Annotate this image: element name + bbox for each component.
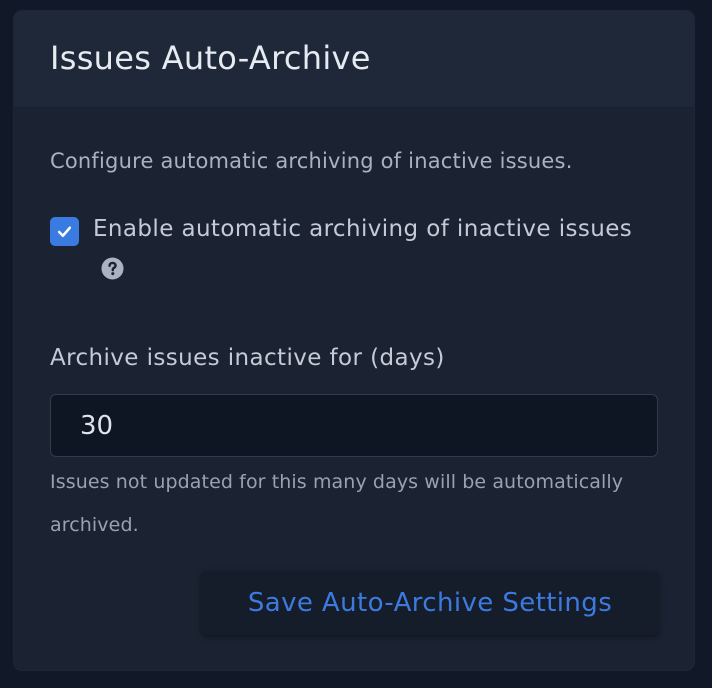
auto-archive-card: Issues Auto-Archive Configure automatic … bbox=[14, 11, 694, 670]
card-title: Issues Auto-Archive bbox=[50, 39, 371, 77]
checkbox-label-text: Enable automatic archiving of inactive i… bbox=[93, 216, 633, 242]
auto-archive-toggle-row: Enable automatic archiving of inactive i… bbox=[50, 214, 633, 291]
days-help-text: Issues not updated for this many days wi… bbox=[50, 471, 624, 536]
auto-archive-checkbox-label[interactable]: Enable automatic archiving of inactive i… bbox=[93, 209, 633, 291]
days-field-label: Archive issues inactive for (days) bbox=[50, 345, 445, 371]
question-circle-icon[interactable] bbox=[101, 257, 124, 280]
days-input[interactable] bbox=[50, 394, 658, 457]
card-description: Configure automatic archiving of inactiv… bbox=[50, 149, 573, 173]
save-auto-archive-button[interactable]: Save Auto-Archive Settings bbox=[201, 571, 659, 635]
card-header: Issues Auto-Archive bbox=[14, 11, 694, 108]
auto-archive-checkbox[interactable] bbox=[50, 217, 79, 246]
checkmark-icon bbox=[57, 226, 72, 238]
